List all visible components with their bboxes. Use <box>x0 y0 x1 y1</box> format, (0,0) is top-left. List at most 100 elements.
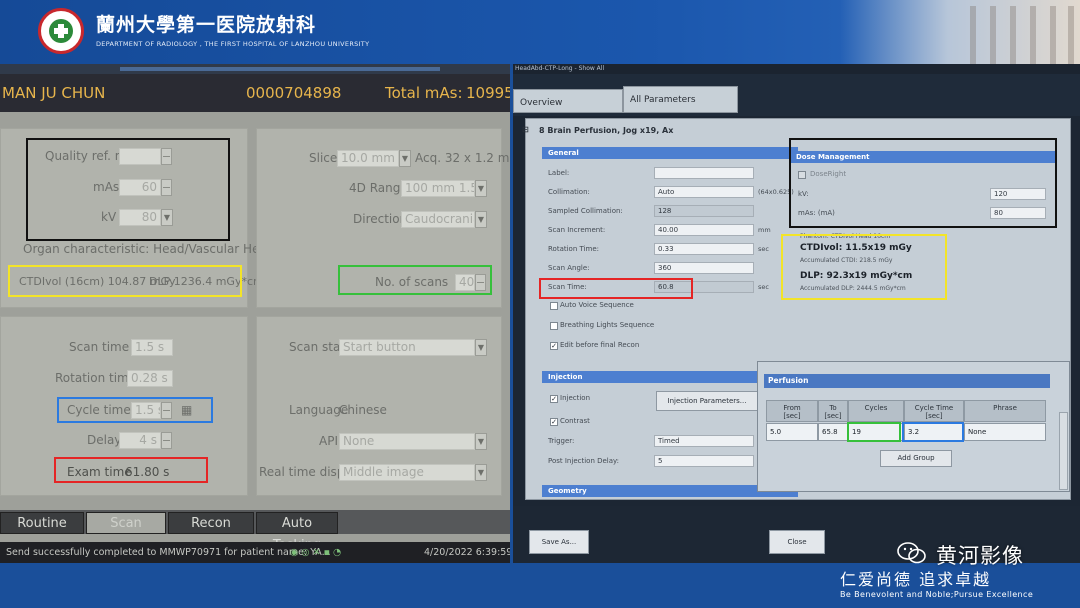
rotation-time-label: Rotation time <box>55 371 137 385</box>
scan-time-field[interactable]: 1.5 s <box>131 339 173 356</box>
injection-parameters-button[interactable]: Injection Parameters... <box>656 391 758 411</box>
highlight-dose-management <box>789 138 1057 228</box>
highlight-dose <box>8 265 242 297</box>
rotation-time-label: Rotation Time: <box>548 245 599 253</box>
contrast-checkbox[interactable]: ✓ <box>550 418 558 426</box>
console-statusbar: Send successfully completed to MMWP70971… <box>0 542 510 563</box>
highlight-scans <box>338 265 492 295</box>
realtime-dropdown-icon[interactable]: ▼ <box>475 464 487 481</box>
console-topstrip <box>0 64 510 74</box>
cell-to[interactable]: 65.8 <box>818 423 848 441</box>
status-message: Send successfully completed to MMWP70971… <box>6 547 331 558</box>
col-from: From [sec] <box>766 400 818 422</box>
collapse-icon[interactable]: ⊟ <box>522 125 529 134</box>
window-title: HeadAbd-CTP-Long - Show All <box>513 64 1080 74</box>
slogan-english: Be Benevolent and Noble;Pursue Excellenc… <box>840 590 1034 599</box>
label-field[interactable] <box>654 167 754 179</box>
tab-routine[interactable]: Routine <box>0 512 84 534</box>
patient-infobar: MAN JU CHUN 0000704898 Total mAs: 10995 <box>0 74 510 112</box>
api-label: API <box>319 434 338 448</box>
edit-before-recon-checkbox[interactable]: ✓ <box>550 342 558 350</box>
perfusion-scrollbar[interactable] <box>1059 412 1068 490</box>
tab-auto-tasking[interactable]: Auto Tasking <box>256 512 338 553</box>
wechat-icon <box>897 542 926 564</box>
header-banner: 蘭州大學第一医院放射科 DEPARTMENT OF RADIOLOGY , TH… <box>0 0 1080 64</box>
breathing-lights-checkbox[interactable] <box>550 322 558 330</box>
range-4d-label: 4D Range <box>349 181 408 195</box>
patient-id: 0000704898 <box>246 84 342 102</box>
contrast-label: Contrast <box>560 417 590 425</box>
patient-name: MAN JU CHUN <box>2 84 106 102</box>
status-icons: ◉ ◎ ✕ ▪ ◔ <box>290 547 342 558</box>
protocol-window: HeadAbd-CTP-Long - Show All Overview All… <box>513 64 1080 563</box>
collimation-field[interactable]: Auto <box>654 186 754 198</box>
scan-angle-label: Scan Angle: <box>548 264 590 272</box>
console-tabs: Routine Scan Recon Auto Tasking <box>0 510 510 553</box>
hospital-logo-icon <box>38 8 84 54</box>
edit-before-recon-label: Edit before final Recon <box>560 341 640 349</box>
add-group-button[interactable]: Add Group <box>880 450 952 467</box>
delay-spinner[interactable] <box>161 432 172 449</box>
scan-start-field[interactable]: Start button <box>339 339 475 356</box>
direction-dropdown-icon[interactable]: ▼ <box>475 211 487 228</box>
scan-angle-field[interactable]: 360 <box>654 262 754 274</box>
status-timestamp: 4/20/2022 6:39:59 <box>424 547 510 558</box>
sampled-collimation-label: Sampled Collimation: <box>548 207 623 215</box>
rotation-time-field[interactable]: 0.33 <box>654 243 754 255</box>
tab-recon[interactable]: Recon <box>168 512 254 534</box>
injection-checkbox[interactable]: ✓ <box>550 395 558 403</box>
hospital-subtitle: DEPARTMENT OF RADIOLOGY , THE FIRST HOSP… <box>96 40 370 48</box>
building-photo <box>840 0 1080 64</box>
scanner-console: MAN JU CHUN 0000704898 Total mAs: 10995 … <box>0 64 510 563</box>
cell-from[interactable]: 5.0 <box>766 423 818 441</box>
highlight-scan-time <box>539 278 693 299</box>
direction-label: Direction <box>353 212 408 226</box>
highlight-mas-kv <box>26 138 230 241</box>
realtime-field[interactable]: Middle image <box>339 464 475 481</box>
tab-all-parameters[interactable]: All Parameters <box>623 86 738 113</box>
scan-increment-label: Scan Increment: <box>548 226 606 234</box>
highlight-cycle-time-cell <box>902 422 964 442</box>
language-value: Chinese <box>339 403 387 417</box>
api-field[interactable]: None <box>339 433 475 450</box>
auto-voice-checkbox[interactable] <box>550 302 558 310</box>
hospital-name: 蘭州大學第一医院放射科 <box>96 14 317 36</box>
scan-title: 8 Brain Perfusion, Jog x19, Ax <box>539 126 674 135</box>
tab-overview[interactable]: Overview <box>513 89 623 113</box>
range-4d-field[interactable]: 100 mm 1.50 s <box>401 180 475 197</box>
scan-time-unit: sec <box>758 283 769 291</box>
cell-phrase[interactable]: None <box>964 423 1046 441</box>
range-4d-dropdown-icon[interactable]: ▼ <box>475 180 487 197</box>
perfusion-header: Perfusion <box>764 374 1050 388</box>
close-button[interactable]: Close <box>769 530 825 554</box>
slice-label: Slice <box>309 151 338 165</box>
highlight-exam-time <box>54 457 208 483</box>
post-injection-delay-field[interactable]: 5 <box>654 455 754 467</box>
col-to: To [sec] <box>818 400 848 422</box>
slogan-chinese: 仁爱尚德 追求卓越 <box>840 570 992 589</box>
save-as-button[interactable]: Save As... <box>529 530 589 554</box>
slice-dropdown-icon[interactable]: ▼ <box>399 150 411 167</box>
scan-start-dropdown-icon[interactable]: ▼ <box>475 339 487 356</box>
perfusion-panel: Perfusion From [sec] To [sec] Cycles Cyc… <box>757 361 1070 492</box>
sampled-collimation-field: 128 <box>654 205 754 217</box>
col-phrase: Phrase <box>964 400 1046 422</box>
post-injection-delay-label: Post Injection Delay: <box>548 457 620 465</box>
scan-increment-field[interactable]: 40.00 <box>654 224 754 236</box>
api-dropdown-icon[interactable]: ▼ <box>475 433 487 450</box>
trigger-field[interactable]: Timed <box>654 435 754 447</box>
delay-field[interactable]: 4 s <box>119 432 161 449</box>
highlight-cycle-time <box>57 397 213 423</box>
general-header: General <box>542 147 798 159</box>
auto-voice-label: Auto Voice Sequence <box>560 301 634 309</box>
slice-field[interactable]: 10.0 mm <box>337 150 399 167</box>
total-mas-label: Total mAs: <box>385 84 463 102</box>
scan-increment-unit: mm <box>758 226 771 234</box>
col-cycles: Cycles <box>848 400 904 422</box>
tab-scan[interactable]: Scan <box>86 512 166 534</box>
delay-label: Delay <box>87 433 122 447</box>
highlight-dose-values <box>781 234 947 300</box>
direction-field[interactable]: Caudocranial <box>401 211 475 228</box>
total-mas-value: 10995 <box>466 84 510 102</box>
rotation-time-field[interactable]: 0.28 s <box>127 370 173 387</box>
